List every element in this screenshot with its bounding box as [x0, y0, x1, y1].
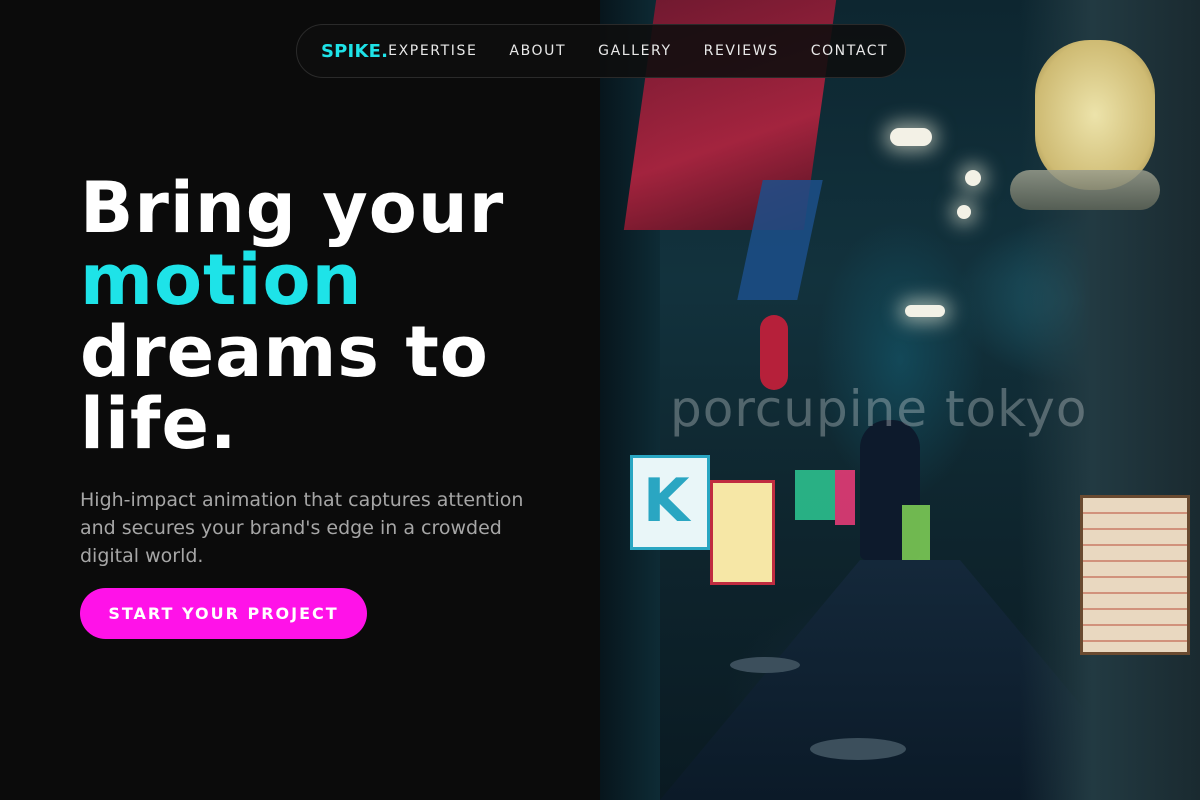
hero-title-line: dreams to: [80, 311, 489, 393]
hero-image: porcupine tokyo: [600, 0, 1200, 800]
lamp: [890, 128, 932, 146]
red-lantern: [760, 315, 788, 390]
hero-subtitle: High-impact animation that captures atte…: [80, 489, 524, 567]
nav-links: EXPERTISE ABOUT GALLERY REVIEWS CONTACT: [388, 43, 888, 59]
nav-link-gallery[interactable]: GALLERY: [598, 43, 671, 59]
logo[interactable]: SPIKE.: [321, 41, 388, 62]
nav-link-reviews[interactable]: REVIEWS: [704, 43, 779, 59]
top-nav: SPIKE. EXPERTISE ABOUT GALLERY REVIEWS C…: [296, 24, 906, 78]
nav-link-contact[interactable]: CONTACT: [811, 43, 889, 59]
hero-title-accent: motion: [80, 239, 363, 321]
hero-title-line: life.: [80, 383, 238, 465]
nav-link-about[interactable]: ABOUT: [509, 43, 566, 59]
suitcase: [902, 505, 930, 560]
shop-sign: [710, 480, 775, 585]
menu-board: [1080, 495, 1190, 655]
shop-sign: [630, 455, 710, 550]
photo-watermark: porcupine tokyo: [670, 380, 1088, 438]
hero-title-line: Bring your: [80, 167, 505, 249]
lamp: [905, 305, 945, 317]
pipe: [1010, 170, 1160, 210]
lamp: [957, 205, 971, 219]
hero-title: Bring your motion dreams to life.: [80, 172, 560, 460]
shop-sign: [795, 470, 835, 520]
manhole: [730, 657, 800, 673]
paper-lantern: [1035, 40, 1155, 190]
manhole: [810, 738, 906, 760]
shop-sign: [835, 470, 855, 525]
nav-link-expertise[interactable]: EXPERTISE: [388, 43, 477, 59]
start-project-button[interactable]: START YOUR PROJECT: [80, 588, 367, 639]
lamp: [965, 170, 981, 186]
